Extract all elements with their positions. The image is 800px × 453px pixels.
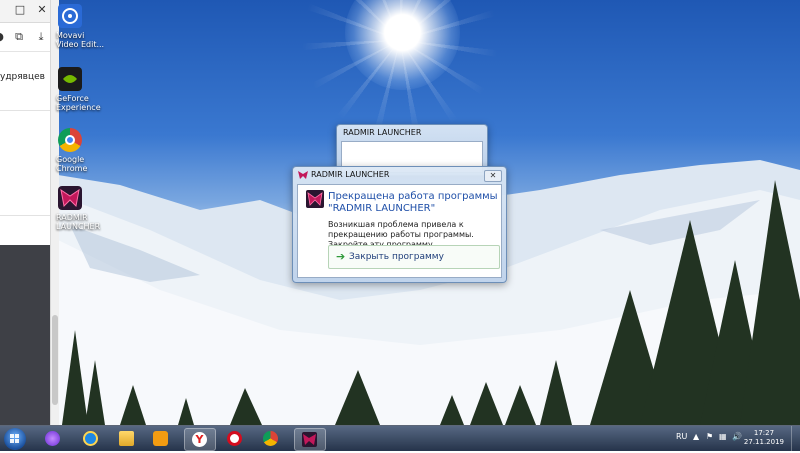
yandex-icon: Y [192,432,207,447]
desktop-icon-label: RADMIR LAUNCHER [56,213,101,231]
radmir-icon [298,171,308,179]
chrome-icon [263,431,278,446]
divider [0,110,50,111]
headline-line1: Прекращена работа программы [328,191,498,202]
scrollbar-thumb[interactable] [52,315,58,405]
dialog-body: Прекращена работа программы "RADMIR LAUN… [297,184,502,278]
desktop-icon-label: Google Chrome [56,155,88,173]
desktop-icon-geforce[interactable]: GeForce Experience [56,67,101,112]
browser-dark-panel [0,245,50,425]
volume-icon[interactable]: 🔊 [732,432,742,441]
taskbar-media[interactable] [146,428,176,449]
browser-toolbar: ◗ ⧉ ⤓ [0,23,50,52]
dialog-title: RADMIR LAUNCHER [311,170,390,179]
maximize-icon[interactable]: □ [14,4,26,16]
opera-icon [227,431,242,446]
alice-icon [45,431,60,446]
taskbar-yandex[interactable]: Y [184,428,216,451]
radmir-icon [58,186,82,210]
divider [0,215,50,216]
radmir-icon [302,432,317,447]
browser-window: □ ✕ ◗ ⧉ ⤓ удрявцев [0,0,51,245]
error-headline: Прекращена работа программы "RADMIR LAUN… [328,191,498,215]
clock[interactable]: 17:27 27.11.2019 [744,429,784,447]
taskbar-explorer[interactable] [112,428,142,449]
media-icon [153,431,168,446]
flag-icon[interactable]: ⚑ [706,432,713,441]
taskbar-chrome[interactable] [256,428,286,449]
clock-time: 17:27 [753,429,775,437]
taskbar-alice[interactable] [38,428,68,449]
taskbar-opera[interactable] [220,428,250,449]
geforce-icon [58,67,82,91]
contact-name: удрявцев [0,72,45,82]
ie-icon [83,431,98,446]
headline-line2: "RADMIR LAUNCHER" [328,203,436,214]
radmir-icon [306,190,324,208]
cast-icon[interactable]: ⧉ [13,31,25,43]
chrome-icon [58,128,82,152]
start-icon[interactable] [4,428,26,450]
close-icon[interactable]: ✕ [36,4,48,16]
desktop-icon-label: GeForce Experience [56,94,101,112]
close-program-button[interactable]: ➔ Закрыть программу [328,245,500,269]
clock-date: 27.11.2019 [743,438,784,446]
desktop-icon-movavi[interactable]: Movavi Video Edit... [56,4,104,49]
show-desktop-button[interactable] [791,426,800,451]
window-title: RADMIR LAUNCHER [343,128,422,137]
arrow-right-icon: ➔ [336,250,346,263]
dialog-titlebar: RADMIR LAUNCHER ✕ [293,167,506,183]
taskbar: Y RU ▲ ⚑ ▦ 🔊 17:27 27.11.2019 [0,425,800,451]
download-icon[interactable]: ⤓ [35,31,47,43]
taskbar-radmir[interactable] [294,428,326,451]
taskbar-ie[interactable] [76,428,106,449]
desktop-icon-radmir[interactable]: RADMIR LAUNCHER [56,186,101,231]
desktop-icon-chrome[interactable]: Google Chrome [56,128,88,173]
desktop-icon-label: Movavi Video Edit... [56,31,104,49]
language-indicator[interactable]: RU [676,432,687,441]
error-dialog[interactable]: RADMIR LAUNCHER ✕ Прекращена работа прог… [292,166,507,283]
partial-icon: ◗ [0,30,4,43]
browser-titlebar: □ ✕ [0,0,50,23]
explorer-icon [119,431,134,446]
network-icon[interactable]: ▦ [719,432,727,441]
movavi-icon [58,4,82,28]
close-icon[interactable]: ✕ [484,170,502,182]
close-program-label: Закрыть программу [349,252,444,262]
chevron-up-icon[interactable]: ▲ [693,432,699,441]
